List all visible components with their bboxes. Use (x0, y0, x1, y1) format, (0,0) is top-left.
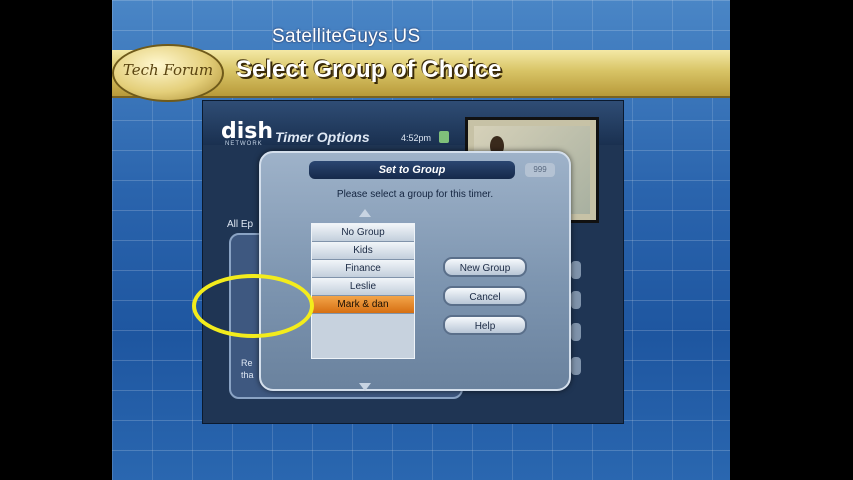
signal-icon (439, 131, 449, 143)
scroll-up-arrow-icon[interactable] (359, 209, 371, 217)
side-button-stub (571, 261, 581, 279)
side-button-stub (571, 291, 581, 309)
dialog-tag: 999 (525, 163, 555, 177)
side-button-stub (571, 357, 581, 375)
panel-footnote: Re tha (241, 358, 254, 380)
group-item-no-group[interactable]: No Group (312, 224, 414, 242)
highlight-circle (192, 274, 314, 338)
screen-title: Timer Options (275, 129, 370, 145)
new-group-button[interactable]: New Group (443, 257, 527, 277)
clock-time: 4:52pm (401, 133, 432, 143)
tv-screen: dish NETWORK Timer Options 4:52pm All Ep… (202, 100, 624, 424)
dialog-title: Set to Group (309, 161, 515, 179)
banner-title: Select Group of Choice (236, 56, 502, 83)
group-item-mark-dan[interactable]: Mark & dan (312, 296, 414, 314)
tech-forum-logo: Tech Forum (112, 44, 224, 102)
group-item-finance[interactable]: Finance (312, 260, 414, 278)
help-button[interactable]: Help (443, 315, 527, 335)
episodes-label: All Ep (227, 219, 254, 230)
cancel-button[interactable]: Cancel (443, 286, 527, 306)
group-item-leslie[interactable]: Leslie (312, 278, 414, 296)
dish-logo-sub: NETWORK (225, 141, 263, 147)
group-item-kids[interactable]: Kids (312, 242, 414, 260)
dialog-instruction: Please select a group for this timer. (336, 189, 494, 200)
side-button-stub (571, 323, 581, 341)
set-to-group-dialog: Set to Group 999 Please select a group f… (259, 151, 571, 391)
group-list: No Group Kids Finance Leslie Mark & dan (311, 223, 415, 359)
logo-text: Tech Forum (122, 61, 214, 79)
scroll-down-arrow-icon[interactable] (359, 383, 371, 391)
watermark-text: SatelliteGuys.US (272, 26, 421, 47)
video-frame: SatelliteGuys.US Select Group of Choice … (112, 0, 730, 480)
